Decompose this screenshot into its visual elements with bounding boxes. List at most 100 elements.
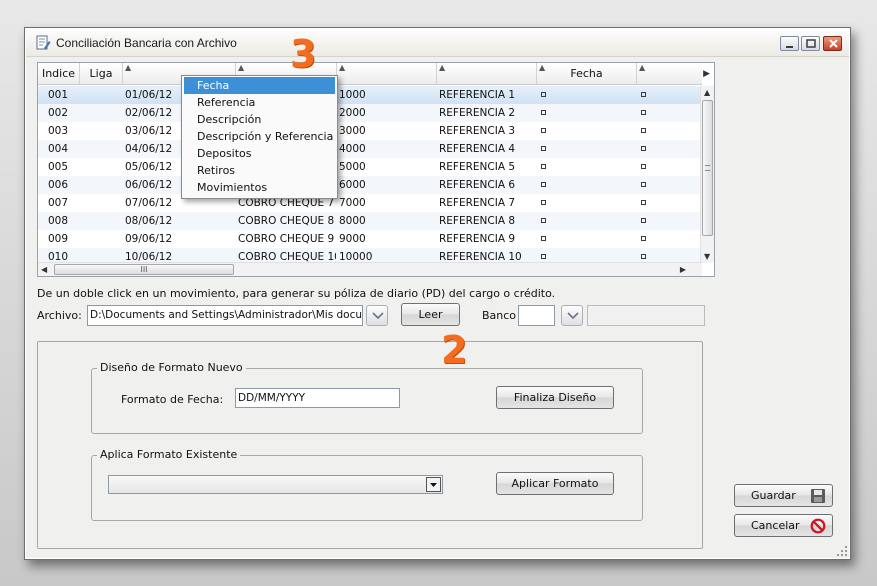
table-row[interactable]: 003 03/06/12 3000 REFERENCIA 3 — [38, 122, 702, 140]
table-row[interactable]: 006 06/06/12 6000 REFERENCIA 6 — [38, 176, 702, 194]
menu-item[interactable]: Movimientos — [182, 179, 337, 196]
menu-item[interactable]: Fecha — [184, 77, 335, 94]
cell-ref: REFERENCIA 6 — [439, 179, 516, 191]
table-row[interactable]: 009 09/06/12 COBRO CHEQUE 9 9000 REFERENCIA … — [38, 230, 702, 248]
cancelar-label: Cancelar — [751, 519, 800, 532]
menu-item[interactable]: Descripción — [182, 111, 337, 128]
row-checkbox[interactable] — [641, 122, 691, 140]
horizontal-scroll-thumb[interactable]: III — [54, 264, 234, 275]
cell-liga — [82, 158, 122, 176]
cell-liga — [82, 194, 122, 212]
scroll-left-icon[interactable]: ◀ — [41, 265, 47, 274]
archivo-path-field[interactable]: D:\Documents and Settings\Administrador\… — [87, 305, 363, 326]
menu-item[interactable]: Referencia — [182, 94, 337, 111]
maximize-button[interactable] — [801, 36, 820, 51]
combo-dropdown-button[interactable] — [426, 477, 441, 492]
row-checkbox[interactable] — [641, 86, 691, 104]
checkbox-icon — [541, 199, 546, 205]
row-checkbox[interactable] — [541, 140, 631, 158]
column-header-fecha[interactable]: ▲▼Fecha — [537, 63, 637, 94]
column-header-importe[interactable]: ▲▼ — [337, 63, 437, 94]
minimize-button[interactable] — [780, 36, 799, 51]
grid-body: 001 01/06/12 1000 REFERENCIA 1 002 02/06/12 20… — [38, 86, 702, 263]
cell-desc: COBRO CHEQUE 8 — [238, 215, 335, 227]
apply-format-button[interactable]: Aplicar Formato — [496, 472, 614, 495]
cell-ref: REFERENCIA 4 — [439, 143, 516, 155]
checkbox-icon — [541, 217, 546, 223]
checkbox-icon — [541, 181, 546, 187]
movements-grid[interactable]: Indice Liga ▲▼ ▲▼ ▲▼ ▲▼ ▲▼Fecha ▲▼ ▶ 001… — [37, 62, 715, 277]
scroll-right-icon[interactable]: ▶ — [680, 265, 686, 274]
table-row[interactable]: 010 10/06/12 COBRO CHEQUE 10 10000 REFERENCI… — [38, 248, 702, 263]
row-checkbox[interactable] — [641, 104, 691, 122]
existing-format-select[interactable] — [108, 475, 443, 494]
row-checkbox[interactable] — [641, 158, 691, 176]
banco-label: Banco — [482, 309, 517, 322]
grid-header: Indice Liga ▲▼ ▲▼ ▲▼ ▲▼ ▲▼Fecha ▲▼ — [38, 63, 702, 94]
scroll-right-header-icon[interactable]: ▶ — [703, 69, 710, 79]
row-checkbox[interactable] — [541, 86, 631, 104]
cancelar-button[interactable]: Cancelar — [734, 514, 833, 537]
cell-liga — [82, 176, 122, 194]
main-window: Conciliación Bancaria con Archivo Indice… — [24, 27, 851, 560]
menu-item[interactable]: Depositos — [182, 145, 337, 162]
row-checkbox[interactable] — [641, 212, 691, 230]
close-button[interactable] — [823, 36, 842, 51]
menu-item[interactable]: Descripción y Referencia — [182, 128, 337, 145]
title-bar[interactable]: Conciliación Bancaria con Archivo — [26, 29, 849, 57]
cell-ref: REFERENCIA 7 — [439, 197, 516, 209]
vertical-scrollbar[interactable]: ▲ ▼ — [700, 86, 714, 263]
resize-grip-icon[interactable] — [836, 545, 848, 557]
date-format-input[interactable]: DD/MM/YYYY — [235, 388, 400, 408]
table-row[interactable]: 008 08/06/12 COBRO CHEQUE 8 8000 REFERENCIA … — [38, 212, 702, 230]
row-checkbox[interactable] — [541, 248, 631, 263]
guardar-label: Guardar — [751, 489, 796, 502]
column-header-referencia[interactable]: ▲▼ — [437, 63, 537, 94]
row-checkbox[interactable] — [641, 176, 691, 194]
scroll-down-icon[interactable]: ▼ — [704, 252, 710, 261]
checkbox-icon — [541, 163, 546, 169]
cell-ref: REFERENCIA 8 — [439, 215, 516, 227]
row-checkbox[interactable] — [641, 194, 691, 212]
table-row[interactable]: 002 02/06/12 2000 REFERENCIA 2 — [38, 104, 702, 122]
column-header-indice[interactable]: Indice — [38, 63, 80, 85]
row-checkbox[interactable] — [541, 158, 631, 176]
vertical-scroll-thumb[interactable] — [702, 100, 713, 236]
banco-code-field[interactable] — [518, 305, 555, 326]
row-checkbox[interactable] — [641, 140, 691, 158]
row-checkbox[interactable] — [541, 230, 631, 248]
row-checkbox[interactable] — [541, 176, 631, 194]
banco-dropdown-button[interactable] — [561, 305, 583, 326]
finish-design-button[interactable]: Finaliza Diseño — [496, 386, 614, 409]
cell-importe: 4000 — [339, 143, 366, 155]
row-checkbox[interactable] — [541, 194, 631, 212]
row-checkbox[interactable] — [641, 248, 691, 263]
cell-importe: 9000 — [339, 233, 366, 245]
grip-label: III — [140, 265, 148, 274]
table-row[interactable]: 004 04/06/12 4000 REFERENCIA 4 — [38, 140, 702, 158]
horizontal-scrollbar[interactable]: ◀ III ▶ — [38, 262, 702, 276]
row-checkbox[interactable] — [541, 122, 631, 140]
checkbox-icon — [641, 199, 646, 205]
row-checkbox[interactable] — [641, 230, 691, 248]
guardar-button[interactable]: Guardar — [734, 484, 833, 507]
leer-button[interactable]: Leer — [401, 303, 460, 326]
cell-indice: 007 — [48, 197, 69, 209]
checkbox-icon — [541, 109, 546, 115]
document-edit-icon — [36, 35, 51, 50]
checkbox-icon — [541, 145, 546, 151]
column-header-liga[interactable]: Liga — [80, 63, 123, 85]
menu-item[interactable]: Retiros — [182, 162, 337, 179]
scroll-up-icon[interactable]: ▲ — [704, 88, 710, 97]
table-row[interactable]: 005 05/06/12 5000 REFERENCIA 5 — [38, 158, 702, 176]
row-checkbox[interactable] — [541, 212, 631, 230]
cell-ref: REFERENCIA 1 — [439, 89, 516, 101]
table-row[interactable]: 001 01/06/12 1000 REFERENCIA 1 — [38, 86, 702, 104]
column-header-extra[interactable]: ▲▼ — [637, 63, 702, 94]
table-row[interactable]: 007 07/06/12 COBRO CHEQUE 7 7000 REFERENCIA … — [38, 194, 702, 212]
cell-liga — [82, 122, 122, 140]
row-checkbox[interactable] — [541, 104, 631, 122]
cell-liga — [82, 230, 122, 248]
column-label: Liga — [89, 67, 113, 80]
browse-file-button[interactable] — [366, 305, 388, 326]
